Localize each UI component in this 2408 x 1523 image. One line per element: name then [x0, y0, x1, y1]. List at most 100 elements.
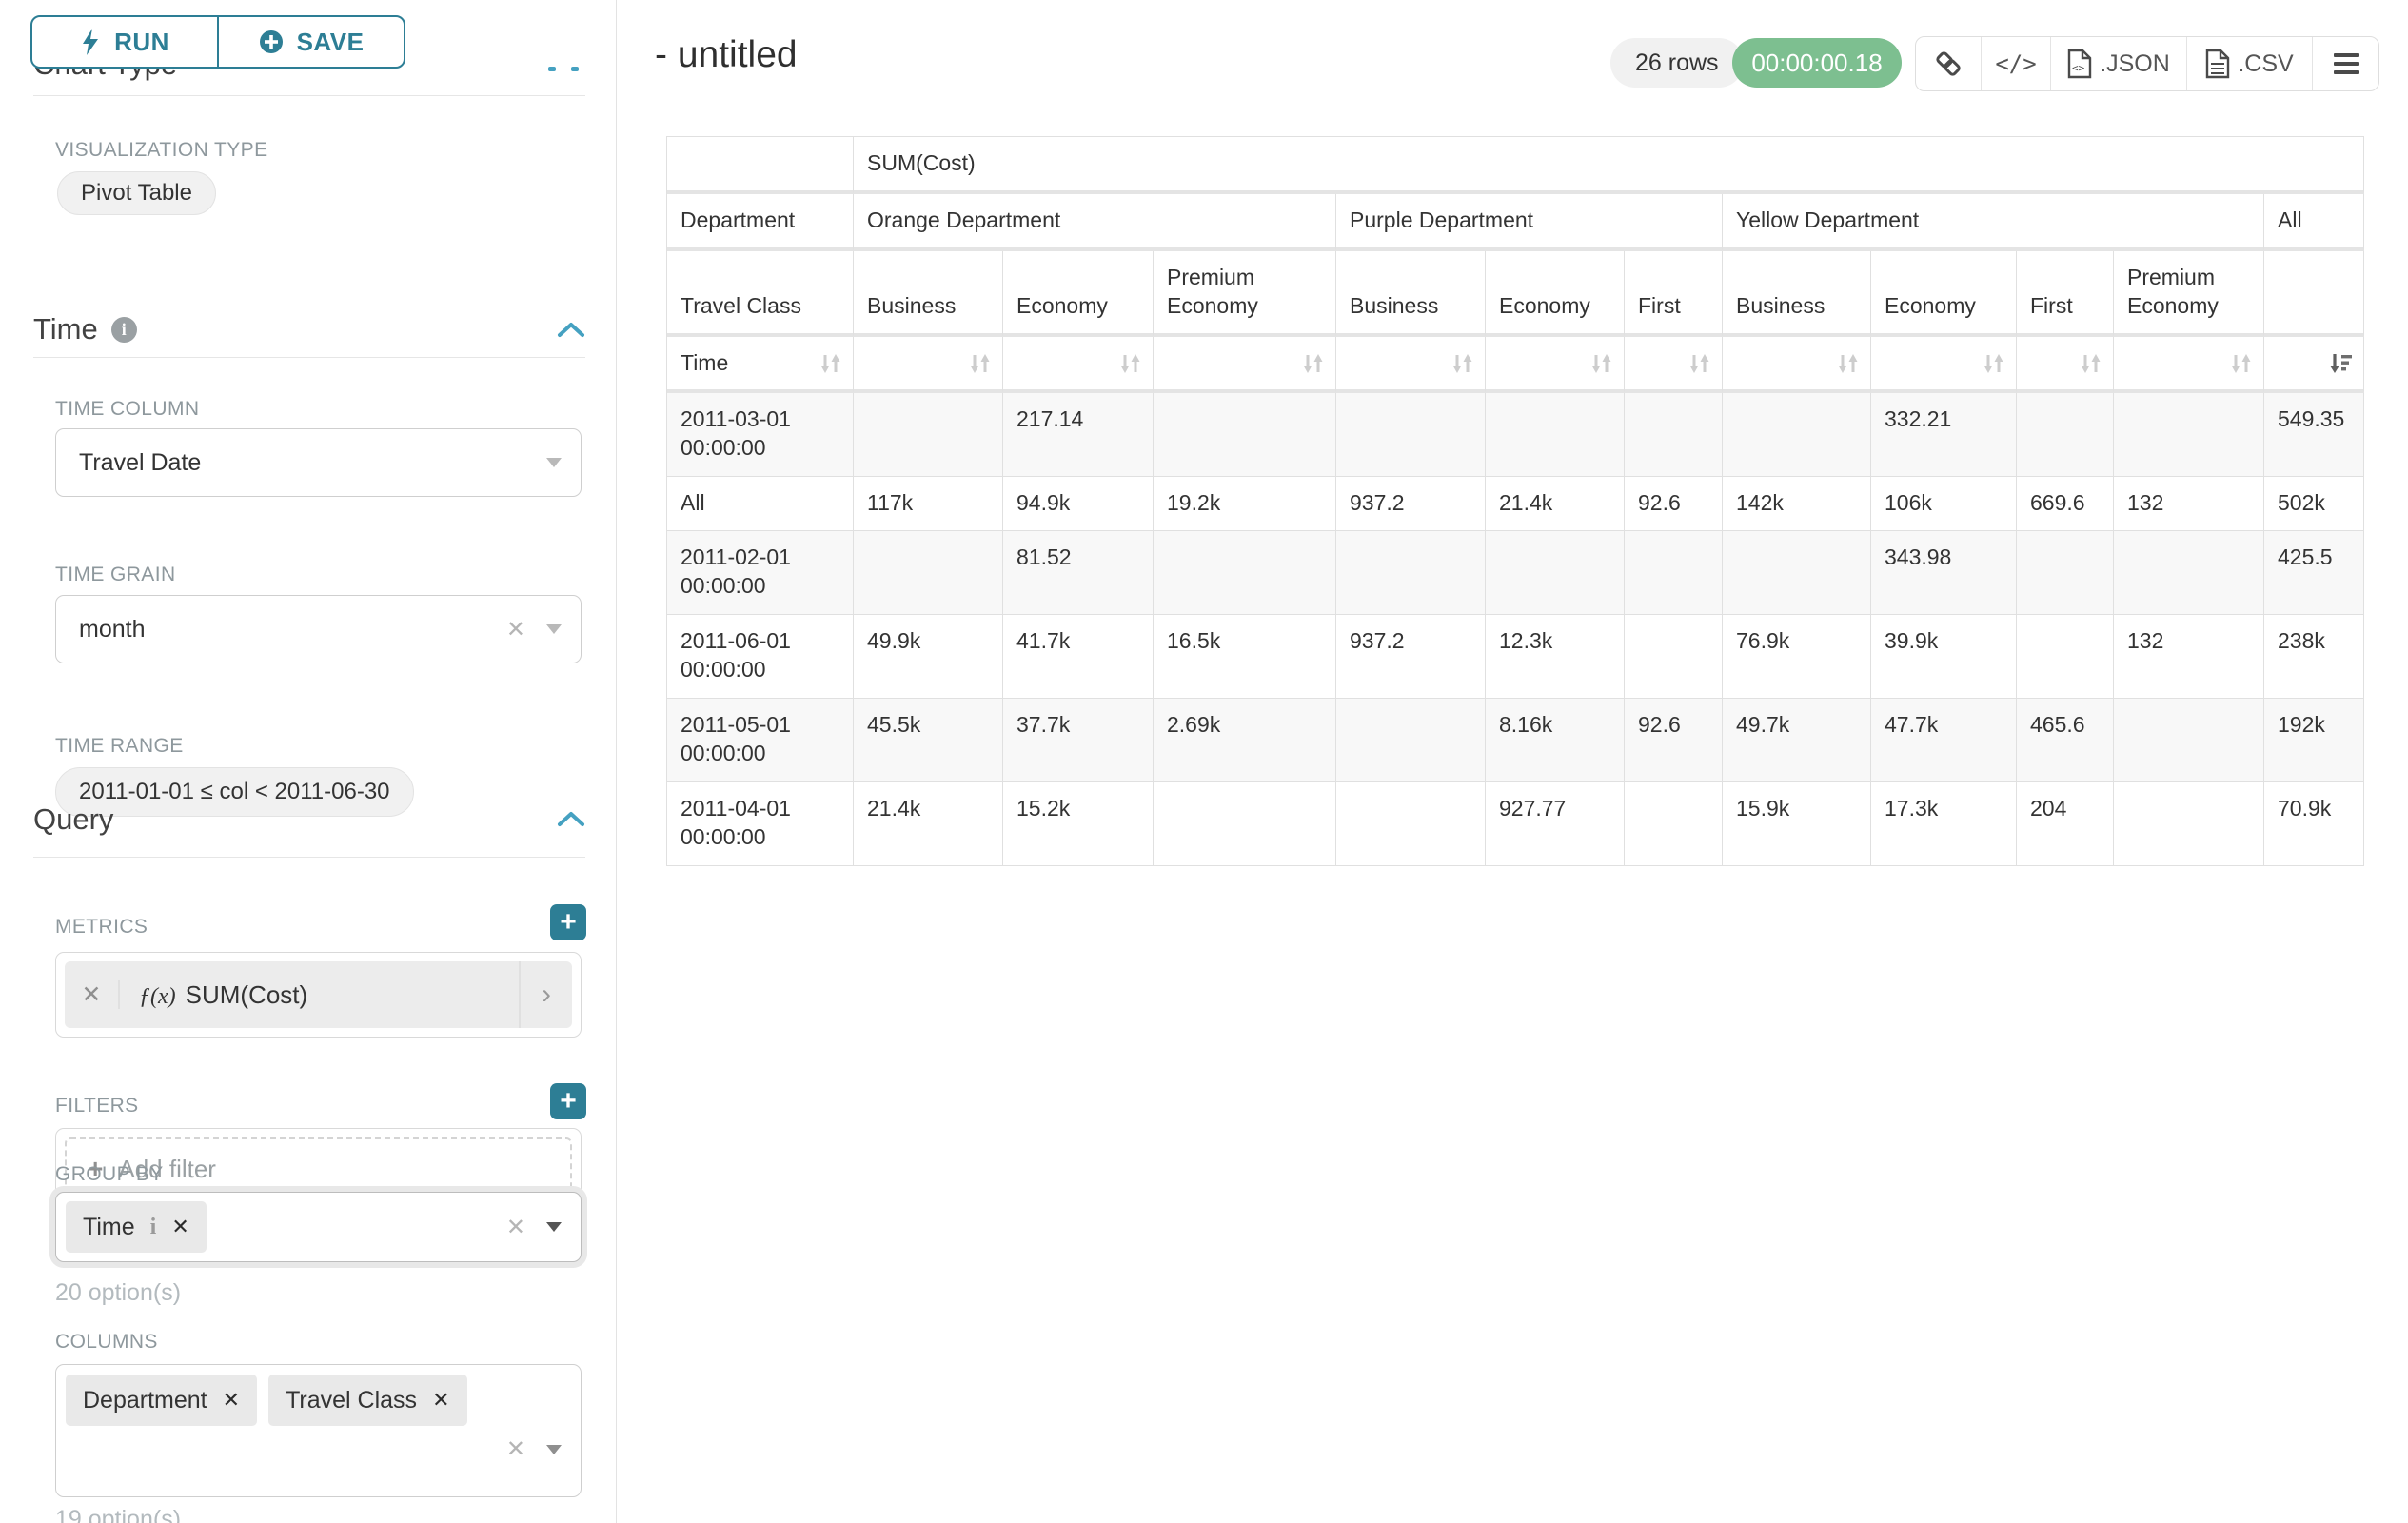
clear-icon[interactable]: ✕	[506, 1214, 525, 1241]
value-cell	[1154, 782, 1336, 866]
column-sort-header[interactable]	[1003, 337, 1154, 394]
time-section-header[interactable]: Time i	[33, 312, 137, 346]
chevron-down-icon[interactable]	[546, 1445, 562, 1454]
add-filter-plus-button[interactable]: +	[550, 1083, 586, 1119]
sort-icon[interactable]	[2228, 352, 2254, 375]
department-group-header: Purple Department	[1336, 194, 1723, 251]
value-cell: 94.9k	[1003, 477, 1154, 531]
plus-circle-icon	[259, 30, 284, 54]
column-sort-header[interactable]	[2114, 337, 2264, 394]
chevron-down-icon[interactable]	[546, 458, 562, 467]
info-icon: i	[150, 1215, 157, 1240]
columns-chip[interactable]: Department✕	[66, 1375, 257, 1426]
time-sort-header[interactable]: Time	[667, 337, 854, 394]
travel-class-header: Business	[1336, 251, 1486, 337]
export-csv-button[interactable]: .CSV	[2186, 37, 2312, 90]
remove-chip-icon[interactable]: ✕	[432, 1388, 449, 1413]
control-panel-sidebar: Chart Type RUN SAVE VISUALIZATION TYPE	[0, 0, 617, 1523]
travel-class-header: Premium Economy	[1154, 251, 1336, 337]
value-cell	[1336, 393, 1486, 477]
row-header-cell: 2011-04-01 00:00:00	[667, 782, 854, 866]
column-sort-header[interactable]	[1723, 337, 1871, 394]
sort-icon[interactable]	[1117, 352, 1143, 375]
pivot-table-container: SUM(Cost)DepartmentOrange DepartmentPurp…	[666, 136, 2364, 866]
groupby-chip[interactable]: Timei✕	[66, 1201, 207, 1253]
value-cell: 92.6	[1625, 699, 1723, 782]
clear-icon[interactable]: ✕	[506, 1435, 525, 1463]
column-sort-header[interactable]	[2264, 337, 2364, 394]
value-cell: 117k	[854, 477, 1003, 531]
column-sort-header[interactable]	[2017, 337, 2114, 394]
sort-desc-active-icon[interactable]	[2328, 352, 2354, 375]
time-column-select[interactable]: Travel Date	[55, 428, 582, 497]
chevron-up-icon[interactable]	[557, 322, 585, 339]
chart-title[interactable]: - untitled	[655, 34, 798, 76]
time-range-label: TIME RANGE	[55, 735, 184, 758]
column-sort-header[interactable]	[1486, 337, 1625, 394]
metric-chip[interactable]: ✕ ƒ(x)SUM(Cost) ›	[65, 961, 572, 1028]
export-json-button[interactable]: <> .JSON	[2050, 37, 2186, 90]
divider	[33, 857, 585, 858]
value-cell: 132	[2114, 615, 2264, 699]
value-cell: 70.9k	[2264, 782, 2364, 866]
value-cell: 21.4k	[1486, 477, 1625, 531]
svg-text:<>: <>	[2072, 62, 2085, 74]
sort-icon[interactable]	[1300, 352, 1326, 375]
visualization-type-value[interactable]: Pivot Table	[57, 171, 216, 215]
sort-icon[interactable]	[1981, 352, 2006, 375]
sort-icon[interactable]	[1450, 352, 1475, 375]
value-cell	[1723, 531, 1871, 615]
value-cell: 15.9k	[1723, 782, 1871, 866]
sort-icon[interactable]	[818, 352, 843, 375]
travel-class-header: Business	[854, 251, 1003, 337]
sort-icon[interactable]	[1589, 352, 1614, 375]
save-button[interactable]: SAVE	[217, 17, 404, 67]
value-cell: 106k	[1871, 477, 2017, 531]
group-by-select[interactable]: Timei✕ ✕	[55, 1192, 582, 1262]
columns-chip[interactable]: Travel Class✕	[268, 1375, 466, 1426]
query-section-header[interactable]: Query	[33, 802, 113, 837]
value-cell	[2017, 531, 2114, 615]
value-cell	[1723, 393, 1871, 477]
value-cell	[1336, 699, 1486, 782]
column-sort-header[interactable]	[1625, 337, 1723, 394]
columns-select[interactable]: Department✕Travel Class✕ ✕	[55, 1364, 582, 1497]
value-cell: 81.52	[1003, 531, 1154, 615]
sort-icon[interactable]	[1687, 352, 1712, 375]
view-query-button[interactable]: </>	[1981, 37, 2050, 90]
time-column-value: Travel Date	[56, 449, 201, 477]
run-save-button-group: RUN SAVE	[30, 15, 405, 69]
column-sort-header[interactable]	[1154, 337, 1336, 394]
expand-metric-icon[interactable]: ›	[519, 961, 572, 1028]
row-header-cell: 2011-05-01 00:00:00	[667, 699, 854, 782]
sort-icon[interactable]	[1835, 352, 1861, 375]
row-header-cell: 2011-06-01 00:00:00	[667, 615, 854, 699]
value-cell: 238k	[2264, 615, 2364, 699]
more-options-button[interactable]	[2312, 37, 2378, 90]
section-collapse-dot	[548, 67, 556, 71]
metric-label: ƒ(x)SUM(Cost)	[120, 980, 519, 1010]
metric-value: SUM(Cost)	[186, 980, 308, 1009]
column-sort-header[interactable]	[1871, 337, 2017, 394]
share-link-button[interactable]	[1916, 37, 1981, 90]
chevron-up-icon[interactable]	[557, 811, 585, 828]
remove-metric-icon[interactable]: ✕	[65, 980, 120, 1009]
value-cell: 927.77	[1486, 782, 1625, 866]
divider	[33, 95, 585, 96]
sort-icon[interactable]	[967, 352, 993, 375]
travel-class-header	[2264, 251, 2364, 337]
clear-icon[interactable]: ✕	[506, 616, 525, 643]
add-metric-button[interactable]: +	[550, 904, 586, 940]
remove-chip-icon[interactable]: ✕	[171, 1215, 188, 1239]
chevron-down-icon[interactable]	[546, 624, 562, 634]
chevron-down-icon[interactable]	[546, 1222, 562, 1232]
sort-icon[interactable]	[2078, 352, 2103, 375]
remove-chip-icon[interactable]: ✕	[223, 1388, 240, 1413]
time-grain-select[interactable]: month ✕	[55, 595, 582, 663]
run-button[interactable]: RUN	[32, 17, 217, 67]
column-sort-header[interactable]	[1336, 337, 1486, 394]
value-cell: 8.16k	[1486, 699, 1625, 782]
value-cell: 192k	[2264, 699, 2364, 782]
corner-cell	[667, 137, 854, 194]
column-sort-header[interactable]	[854, 337, 1003, 394]
